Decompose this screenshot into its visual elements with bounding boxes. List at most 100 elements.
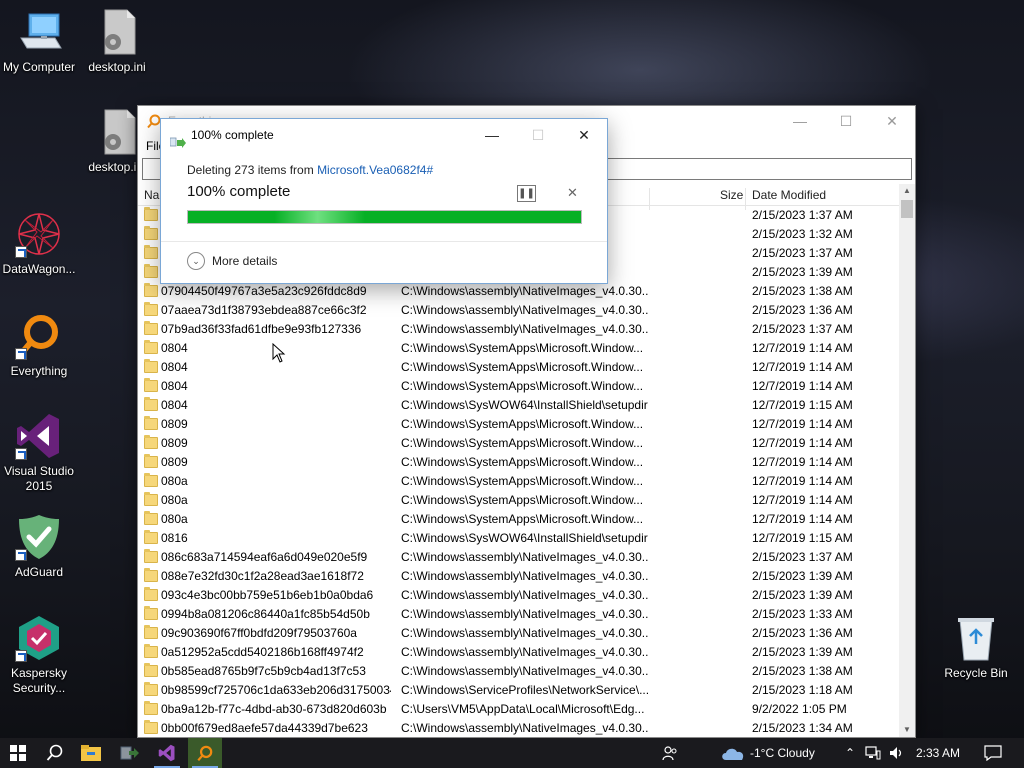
table-row[interactable]: 0804 C:\Windows\SystemApps\Microsoft.Wind…: [138, 339, 899, 358]
table-row[interactable]: 07aaea73d1f38793ebdea887ce66c3f2 C:\Windo…: [138, 301, 899, 320]
desktop-icon-my-computer[interactable]: My Computer: [0, 8, 78, 75]
cell-date-modified: 2/15/2023 1:37 AM: [752, 208, 853, 222]
table-row[interactable]: 086c683a714594eaf6a6d049e020e5f9 C:\Windo…: [138, 548, 899, 567]
table-row[interactable]: 0804 C:\Windows\SysWOW64\InstallShield\se…: [138, 396, 899, 415]
cell-path: C:\Windows\assembly\NativeImages_v4.0.30…: [401, 664, 649, 678]
everything-taskbar-button[interactable]: [188, 738, 222, 768]
desktop-icon-everything[interactable]: Everything: [0, 312, 78, 379]
mouse-cursor-icon: [272, 342, 286, 366]
more-details-toggle[interactable]: ⌄ More details: [187, 252, 277, 270]
table-row[interactable]: 0bb00f679ed8aefe57da44339d7be623 C:\Windo…: [138, 719, 899, 737]
dialog-titlebar[interactable]: 100% complete — ☐ ✕: [161, 119, 607, 151]
cell-path: C:\Users\VM5\AppData\Local\Microsoft\Edg…: [401, 702, 645, 716]
kaspersky-icon: [15, 614, 63, 662]
table-row[interactable]: 080a C:\Windows\SystemApps\Microsoft.Wind…: [138, 491, 899, 510]
table-row[interactable]: 0ba9a12b-f77c-4dbd-ab30-673d820d603b C:\U…: [138, 700, 899, 719]
cell-path: C:\Windows\assembly\NativeImages_v4.0.30…: [401, 284, 649, 298]
table-row[interactable]: 0809 C:\Windows\SystemApps\Microsoft.Wind…: [138, 453, 899, 472]
cell-name: 0ba9a12b-f77c-4dbd-ab30-673d820d603b: [161, 702, 387, 716]
people-button[interactable]: [658, 738, 682, 768]
table-row[interactable]: 07904450f49767a3e5a23c926fddc8d9 C:\Windo…: [138, 282, 899, 301]
computer-icon: [15, 8, 63, 56]
scroll-thumb[interactable]: [901, 200, 913, 218]
folder-icon: [144, 359, 158, 373]
cell-date-modified: 12/7/2019 1:15 AM: [752, 531, 853, 545]
cell-name: 088e7e32fd30c1f2a28ead3ae1618f72: [161, 569, 364, 583]
source-folder-link[interactable]: Microsoft.Vea0682f4#: [317, 163, 433, 177]
file-operation-icon: [169, 129, 186, 148]
volume-button[interactable]: [886, 738, 908, 768]
table-row[interactable]: 0809 C:\Windows\SystemApps\Microsoft.Wind…: [138, 415, 899, 434]
cell-name: 0809: [161, 455, 188, 469]
cell-date-modified: 12/7/2019 1:14 AM: [752, 360, 853, 374]
desktop-icon-datawagon[interactable]: DataWagon...: [0, 210, 78, 277]
desktop-icon-label: Kaspersky Security...: [10, 666, 68, 695]
desktop-icon-visual-studio[interactable]: Visual Studio 2015: [0, 412, 78, 494]
table-row[interactable]: 0804 C:\Windows\SystemApps\Microsoft.Wind…: [138, 358, 899, 377]
table-row[interactable]: 0816 C:\Windows\SysWOW64\InstallShield\se…: [138, 529, 899, 548]
close-button[interactable]: ✕: [869, 106, 915, 136]
cell-path: C:\Windows\assembly\NativeImages_v4.0.30…: [401, 322, 649, 336]
table-row[interactable]: 0b585ead8765b9f7c5b9cb4ad13f7c53 C:\Windo…: [138, 662, 899, 681]
desktop-icon-adguard[interactable]: AdGuard: [0, 513, 78, 580]
table-row[interactable]: 0b98599cf725706c1da633eb206d31750034... C…: [138, 681, 899, 700]
table-row[interactable]: 0a512952a5cdd5402186b168ff4974f2 C:\Windo…: [138, 643, 899, 662]
desktop-icon-label: AdGuard: [14, 565, 64, 579]
show-hidden-icons-button[interactable]: ⌃: [842, 738, 858, 768]
cell-path: C:\Windows\SysWOW64\InstallShield\setupd…: [401, 398, 648, 412]
table-row[interactable]: 093c4e3bc00bb759e51b6eb1b0a0bda6 C:\Windo…: [138, 586, 899, 605]
cell-path: C:\Windows\assembly\NativeImages_v4.0.30…: [401, 550, 649, 564]
dialog-maximize-button: ☐: [531, 127, 545, 143]
search-button[interactable]: [38, 738, 72, 768]
folder-icon: [144, 606, 158, 620]
table-row[interactable]: 0804 C:\Windows\SystemApps\Microsoft.Wind…: [138, 377, 899, 396]
desktop-icon-desktop-ini[interactable]: desktop.ini: [78, 8, 156, 75]
folder-icon: [144, 302, 158, 316]
folder-icon: [144, 283, 158, 297]
visual-studio-icon: [158, 744, 175, 762]
dialog-minimize-button[interactable]: —: [469, 119, 515, 151]
cell-path: C:\Windows\SystemApps\Microsoft.Window..…: [401, 436, 644, 450]
cell-path: C:\Windows\assembly\NativeImages_v4.0.30…: [401, 303, 649, 317]
weather-widget[interactable]: -1°C Cloudy: [720, 738, 838, 768]
desktop-icon-recycle-bin[interactable]: Recycle Bin: [936, 614, 1016, 681]
maximize-button[interactable]: ☐: [823, 106, 869, 136]
clock[interactable]: 2:33 AM: [910, 738, 966, 768]
desktop-icon-label: Recycle Bin: [944, 666, 1008, 680]
folder-icon: [144, 720, 158, 734]
minimize-button[interactable]: —: [777, 106, 823, 136]
table-row[interactable]: 080a C:\Windows\SystemApps\Microsoft.Wind…: [138, 510, 899, 529]
cell-date-modified: 2/15/2023 1:39 AM: [752, 645, 853, 659]
cell-path: C:\Windows\SystemApps\Microsoft.Window..…: [401, 379, 644, 393]
notifications-button[interactable]: [976, 738, 1010, 768]
start-button[interactable]: [0, 738, 36, 768]
cell-date-modified: 2/15/2023 1:37 AM: [752, 322, 853, 336]
scroll-up-icon[interactable]: ▲: [899, 184, 915, 198]
column-size[interactable]: Size: [720, 188, 743, 202]
pause-button[interactable]: ❚❚: [517, 185, 536, 202]
visual-studio-taskbar-button[interactable]: [150, 738, 184, 768]
network-button[interactable]: [862, 738, 884, 768]
table-row[interactable]: 080a C:\Windows\SystemApps\Microsoft.Wind…: [138, 472, 899, 491]
scroll-down-icon[interactable]: ▼: [899, 723, 915, 737]
desktop-icon-kaspersky[interactable]: Kaspersky Security...: [0, 614, 78, 696]
vertical-scrollbar[interactable]: ▲ ▼: [899, 184, 915, 737]
table-row[interactable]: 0809 C:\Windows\SystemApps\Microsoft.Wind…: [138, 434, 899, 453]
folder-icon: [144, 397, 158, 411]
table-row[interactable]: 07b9ad36f33fad61dfbe9e93fb127336 C:\Windo…: [138, 320, 899, 339]
cell-name: 0b585ead8765b9f7c5b9cb4ad13f7c53: [161, 664, 366, 678]
table-row[interactable]: 088e7e32fd30c1f2a28ead3ae1618f72 C:\Windo…: [138, 567, 899, 586]
cancel-button[interactable]: ✕: [567, 185, 578, 201]
file-operation-taskbar-button[interactable]: [112, 738, 146, 768]
file-explorer-taskbar-button[interactable]: [74, 738, 108, 768]
dialog-close-button[interactable]: ✕: [561, 119, 607, 151]
cell-date-modified: 2/15/2023 1:39 AM: [752, 588, 853, 602]
shortcut-arrow-icon: [15, 549, 27, 561]
notification-icon: [984, 745, 1002, 761]
table-row[interactable]: 09c903690f67ff0bdfd209f79503760a C:\Windo…: [138, 624, 899, 643]
column-date-modified[interactable]: Date Modified: [752, 188, 826, 202]
delete-progress-dialog[interactable]: 100% complete — ☐ ✕ Deleting 273 items f…: [160, 118, 608, 284]
table-row[interactable]: 0994b8a081206c86440a1fc85b54d50b C:\Windo…: [138, 605, 899, 624]
desktop-icon-label: DataWagon...: [2, 262, 76, 276]
cell-date-modified: 12/7/2019 1:14 AM: [752, 436, 853, 450]
